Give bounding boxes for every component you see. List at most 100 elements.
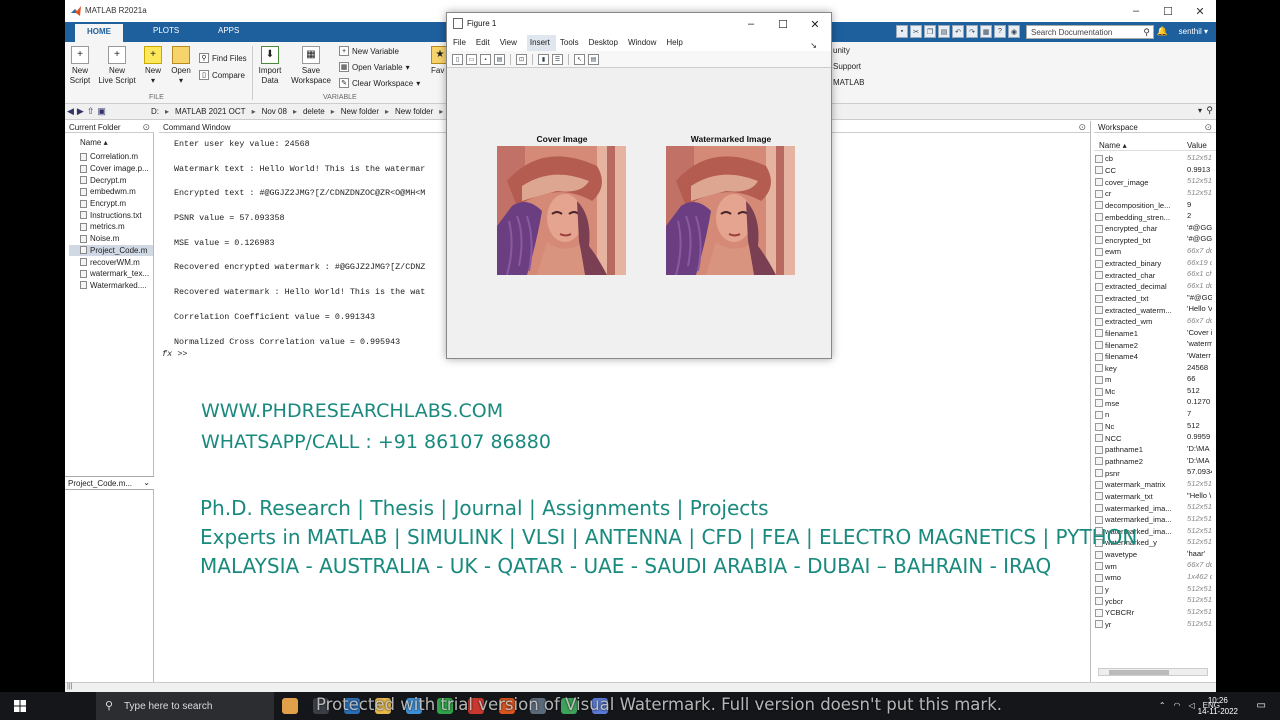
maximize-icon[interactable]: ☐ — [1152, 0, 1184, 22]
copy-icon[interactable]: ❐ — [924, 25, 936, 38]
cut-icon[interactable]: ✂ — [910, 25, 922, 38]
help-icon[interactable]: ? — [994, 25, 1006, 38]
file-list-item[interactable]: watermark_tex... — [69, 268, 153, 280]
breadcrumb-item[interactable]: delete — [299, 107, 329, 116]
save-figure-icon[interactable]: ▪ — [480, 54, 491, 65]
new-live-script-button[interactable]: + New Live Script — [97, 46, 137, 86]
workspace-variable-row[interactable]: m 66 — [1094, 374, 1212, 386]
details-bar[interactable]: Project_Code.m... ⌄ — [65, 476, 154, 490]
workspace-hscrollbar[interactable] — [1098, 668, 1208, 676]
breadcrumb-item[interactable]: New folder — [337, 107, 383, 116]
undo-icon[interactable]: ↶ — [952, 25, 964, 38]
file-list-item[interactable]: Correlation.m — [69, 151, 153, 163]
name-column-header[interactable]: Name ▴ — [80, 138, 108, 147]
workspace-variable-row[interactable]: yr 512x512 — [1094, 619, 1212, 631]
compare-button[interactable]: ▯ Compare — [199, 70, 245, 80]
open-variable-button[interactable]: ▦ Open Variable ▾ — [339, 62, 410, 72]
up-folder-icon[interactable]: ⇧ — [87, 106, 95, 117]
figure-menu-window[interactable]: Window — [628, 35, 662, 51]
property-inspector-icon[interactable]: ▤ — [588, 54, 599, 65]
panel-menu-icon[interactable]: ⊙ — [142, 122, 150, 133]
save-workspace-button[interactable]: ▦ Save Workspace — [289, 46, 333, 86]
wifi-icon[interactable]: ◠ — [1174, 701, 1181, 710]
workspace-variable-row[interactable]: extracted_wm 66x7 do — [1094, 316, 1212, 328]
panel-menu-icon[interactable]: ⊙ — [1204, 122, 1212, 133]
file-list-item[interactable]: Watermarked.... — [69, 280, 153, 292]
workspace-variable-row[interactable]: extracted_decimal 66x1 do — [1094, 281, 1212, 293]
workspace-variable-row[interactable]: filename2 'waterm — [1094, 339, 1212, 351]
new-script-button[interactable]: + New Script — [67, 46, 93, 86]
redo-icon[interactable]: ↷ — [966, 25, 978, 38]
volume-icon[interactable]: ◁ — [1189, 701, 1195, 710]
new-button[interactable]: + New ▾ — [141, 46, 165, 86]
tab-plots[interactable]: PLOTS — [153, 26, 179, 35]
workspace-variable-row[interactable]: pathname2 'D:\MA — [1094, 456, 1212, 468]
figure-menu-help[interactable]: Help — [666, 35, 688, 51]
workspace-variable-row[interactable]: wm 66x7 do — [1094, 560, 1212, 572]
save-icon[interactable]: ▪ — [896, 25, 908, 38]
breadcrumb-item[interactable]: Nov 08 — [258, 107, 291, 116]
workspace-variable-row[interactable]: ycbcr 512x512 — [1094, 595, 1212, 607]
file-list-item[interactable]: Decrypt.m — [69, 174, 153, 186]
paste-icon[interactable]: ▤ — [938, 25, 950, 38]
workspace-variable-row[interactable]: encrypted_char '#@GG, — [1094, 223, 1212, 235]
workspace-variable-row[interactable]: ewm 66x7 do — [1094, 246, 1212, 258]
cortana-icon[interactable] — [282, 698, 298, 714]
workspace-variable-row[interactable]: extracted_char 66x1 ch — [1094, 269, 1212, 281]
notification-icon[interactable]: ▭ — [1257, 700, 1266, 711]
workspace-variable-row[interactable]: mse 0.1270 — [1094, 397, 1212, 409]
command-prompt[interactable]: fx >> — [162, 349, 188, 359]
workspace-variable-row[interactable]: cb 512x512 — [1094, 153, 1212, 165]
back-icon[interactable]: ◀ — [67, 106, 74, 117]
workspace-variable-row[interactable]: y 512x512 — [1094, 584, 1212, 596]
file-list-item[interactable]: embedwm.m — [69, 186, 153, 198]
tab-apps[interactable]: APPS — [218, 26, 239, 35]
dock-figure-icon[interactable]: ↘ — [810, 38, 823, 50]
maximize-icon[interactable]: ☐ — [767, 13, 799, 35]
favorites-button[interactable]: ★ Fav — [431, 46, 449, 76]
file-list-item[interactable]: metrics.m — [69, 221, 153, 233]
workspace-variable-row[interactable]: watermark_txt "Hello \ — [1094, 491, 1212, 503]
file-list-item[interactable]: Cover image.p... — [69, 163, 153, 175]
link-plot-icon[interactable]: ⊡ — [516, 54, 527, 65]
workspace-variable-row[interactable]: watermarked_ima... 512x512 — [1094, 514, 1212, 526]
tab-home[interactable]: HOME — [75, 24, 123, 42]
workspace-variable-row[interactable]: filename1 'Cover i — [1094, 328, 1212, 340]
workspace-variable-row[interactable]: n7 — [1094, 409, 1212, 421]
clock[interactable]: 10:26 14-11-2022 — [1198, 695, 1238, 717]
ws-name-column[interactable]: Name ▴ — [1099, 141, 1127, 150]
taskbar-search-box[interactable]: ⚲ Type here to search — [96, 692, 274, 720]
edit-plot-icon[interactable]: ↖ — [574, 54, 585, 65]
workspace-variable-row[interactable]: filename4 'Waterr — [1094, 351, 1212, 363]
workspace-variable-row[interactable]: psnr 57.0934 — [1094, 467, 1212, 479]
import-data-button[interactable]: ⬇ Import Data — [255, 46, 285, 86]
insert-legend-icon[interactable]: ☰ — [552, 54, 563, 65]
workspace-variable-row[interactable]: encrypted_txt '#@GG, — [1094, 234, 1212, 246]
figure-menu-edit[interactable]: Edit — [476, 35, 496, 51]
panel-menu-icon[interactable]: ⊙ — [1078, 122, 1086, 133]
open-file-icon[interactable]: ▭ — [466, 54, 477, 65]
learn-matlab-link[interactable]: MATLAB — [833, 78, 864, 87]
workspace-variable-row[interactable]: key 24568 — [1094, 363, 1212, 375]
figure-menu-view[interactable]: View — [500, 35, 523, 51]
breadcrumb-item[interactable]: D: — [147, 107, 163, 116]
workspace-variable-row[interactable]: extracted_txt "#@GG — [1094, 293, 1212, 305]
fx-icon[interactable]: fx — [162, 349, 172, 359]
forward-icon[interactable]: ▶ — [77, 106, 84, 117]
workspace-variable-row[interactable]: embedding_stren... 2 — [1094, 211, 1212, 223]
workspace-variable-row[interactable]: cr 512x512 — [1094, 188, 1212, 200]
file-list-item[interactable]: Project_Code.m — [69, 244, 153, 257]
figure-menu-insert[interactable]: Insert — [526, 35, 556, 51]
workspace-variable-row[interactable]: Mc 512 — [1094, 386, 1212, 398]
breadcrumb-item[interactable]: New folder — [391, 107, 437, 116]
workspace-variable-row[interactable]: extracted_binary 66x19 c — [1094, 258, 1212, 270]
workspace-variable-row[interactable]: YCBCRr 512x512 — [1094, 607, 1212, 619]
workspace-variable-row[interactable]: wmo 1x462 d — [1094, 572, 1212, 584]
path-dropdown-icon[interactable]: ▾ — [1198, 106, 1202, 115]
workspace-variable-row[interactable]: Nc 512 — [1094, 421, 1212, 433]
breadcrumb-item[interactable]: MATLAB 2021 OCT — [171, 107, 250, 116]
workspace-variable-row[interactable]: decomposition_le... 9 — [1094, 200, 1212, 212]
new-variable-button[interactable]: + New Variable — [339, 46, 399, 56]
scrollbar-thumb[interactable] — [1109, 670, 1169, 675]
close-icon[interactable]: ✕ — [1184, 0, 1216, 22]
